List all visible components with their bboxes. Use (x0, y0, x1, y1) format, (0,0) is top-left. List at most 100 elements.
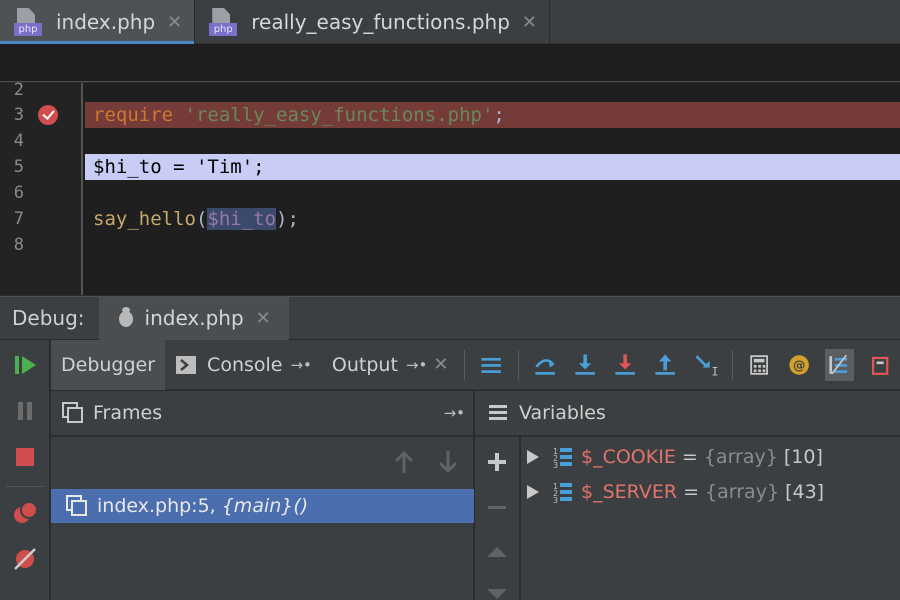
svg-text:I: I (711, 364, 718, 378)
close-icon[interactable]: ✕ (433, 354, 448, 375)
line-number: 3 (13, 105, 24, 125)
variable-row[interactable]: 123 $_COOKIE = {array} [10] (521, 440, 823, 474)
frame-location: index.php:5, (97, 495, 216, 517)
arrow-down-icon[interactable] (437, 449, 459, 475)
tab-output[interactable]: Output →• ✕ (322, 340, 459, 390)
variable-type: {array} (703, 446, 778, 468)
semicolon: ; (493, 104, 505, 126)
pin-icon[interactable]: →• (290, 356, 311, 374)
toolbar-separator (464, 349, 466, 380)
code-text: say_hello($hi_to); (93, 206, 299, 232)
variables-tree[interactable]: 123 $_COOKIE = {array} [10] 123 $_SERVER… (521, 437, 900, 600)
function-name: say_hello (93, 208, 196, 230)
expand-arrow-icon[interactable] (527, 450, 539, 464)
open-paren: ( (195, 208, 208, 230)
frame-icon (66, 495, 87, 516)
remove-watch-icon[interactable] (486, 497, 508, 519)
code-line[interactable]: 4 (0, 128, 900, 154)
debug-session-tab[interactable]: index.php ✕ (98, 296, 289, 340)
step-out-icon[interactable] (651, 349, 679, 381)
menu-lines-icon[interactable] (477, 349, 505, 381)
restore-layout-icon[interactable] (866, 349, 894, 381)
debug-tool-window-header: Debug: index.php ✕ (0, 296, 900, 340)
editor-tab-bar: php index.php ✕ php really_easy_function… (0, 0, 900, 44)
close-icon[interactable]: ✕ (522, 12, 537, 33)
tab-label: index.php (56, 10, 156, 34)
close-icon[interactable]: ✕ (167, 12, 182, 33)
variables-side-toolbar (475, 437, 520, 600)
frame-row-selected[interactable]: index.php:5, {main}() (51, 489, 474, 523)
code-line[interactable]: 7 say_hello($hi_to); (0, 206, 900, 232)
evaluate-expression-icon[interactable] (745, 349, 773, 381)
expand-arrow-icon[interactable] (527, 485, 539, 499)
code-line[interactable]: 8 (0, 232, 900, 258)
array-icon: 123 (553, 447, 572, 468)
variable-type: {array} (705, 481, 780, 503)
stop-icon[interactable] (12, 444, 38, 470)
code-line[interactable]: 6 (0, 180, 900, 206)
add-watch-icon[interactable] (486, 451, 508, 473)
variables-icon (489, 405, 507, 420)
keyword-require: require (93, 104, 174, 126)
move-up-icon[interactable] (485, 541, 509, 561)
tab-console[interactable]: Console →• (165, 340, 322, 390)
debugger-toolbar: Debugger Console →• Output →• ✕ I @ (51, 339, 900, 390)
php-file-icon: php (14, 8, 42, 36)
run-to-cursor-icon[interactable]: I (692, 349, 720, 381)
code-text: require 'really_easy_functions.php'; (93, 102, 505, 128)
variables-title: Variables (519, 402, 606, 424)
breakpoint-icon[interactable] (38, 105, 58, 125)
view-breakpoints-icon[interactable] (12, 500, 38, 526)
line-number: 8 (13, 235, 24, 255)
step-into-icon[interactable] (571, 349, 599, 381)
at-sign-icon[interactable]: @ (785, 349, 813, 381)
line-number: 4 (13, 131, 24, 151)
variable-count: [10] (777, 446, 823, 468)
tab-really-easy-functions[interactable]: php really_easy_functions.php ✕ (195, 0, 550, 44)
svg-text:3: 3 (553, 461, 558, 468)
frames-icon (62, 402, 83, 423)
pin-icon[interactable]: →• (406, 356, 427, 374)
pause-icon[interactable] (12, 398, 38, 424)
variable-count: [43] (779, 481, 825, 503)
variable-highlight: $hi_to (207, 208, 277, 230)
tab-debugger[interactable]: Debugger (51, 339, 166, 390)
mute-breakpoints-icon[interactable] (12, 546, 38, 572)
tab-index-php[interactable]: php index.php ✕ (0, 0, 196, 44)
code-line[interactable]: 2 (0, 77, 900, 103)
step-over-icon[interactable] (531, 349, 559, 381)
frames-title: Frames (93, 402, 163, 424)
frames-header: Frames →• (51, 391, 474, 436)
php-badge: php (14, 23, 42, 36)
line-number: 7 (13, 209, 24, 229)
svg-text:@: @ (793, 358, 805, 372)
console-icon (176, 355, 197, 374)
move-down-icon[interactable] (485, 583, 509, 600)
close-icon[interactable]: ✕ (256, 308, 271, 329)
variable-row[interactable]: 123 $_SERVER = {array} [43] (521, 475, 824, 509)
debug-session-label: index.php (144, 306, 244, 330)
string-literal: 'really_easy_functions.php' (184, 104, 494, 126)
tab-label: Console (207, 353, 283, 376)
tab-label: Debugger (61, 353, 156, 376)
tab-label: Output (331, 353, 398, 376)
arrow-up-icon[interactable] (393, 449, 415, 475)
frames-list[interactable]: index.php:5, {main}() (51, 437, 474, 600)
watches-icon[interactable] (825, 348, 854, 381)
code-line-current[interactable]: 5 $hi_to = 'Tim'; (0, 154, 900, 180)
force-step-into-icon[interactable] (611, 349, 639, 381)
resume-icon[interactable] (12, 352, 38, 378)
code-editor[interactable]: 2 3 require 'really_easy_functions.php';… (0, 80, 900, 295)
debug-title: Debug: (12, 306, 85, 330)
variable-equals: = (675, 446, 704, 468)
close-paren: ); (276, 208, 299, 230)
variable-name: $_COOKIE (581, 446, 676, 468)
code-line-breakpoint[interactable]: 3 require 'really_easy_functions.php'; (0, 102, 900, 128)
code-text: $hi_to = 'Tim'; (93, 156, 265, 178)
array-icon: 123 (553, 482, 572, 503)
toolbar-divider (6, 486, 44, 487)
pin-icon[interactable]: →• (444, 404, 465, 422)
frame-function: {main}() (221, 495, 309, 517)
toolbar-separator (517, 349, 519, 380)
line-number: 5 (13, 157, 24, 177)
